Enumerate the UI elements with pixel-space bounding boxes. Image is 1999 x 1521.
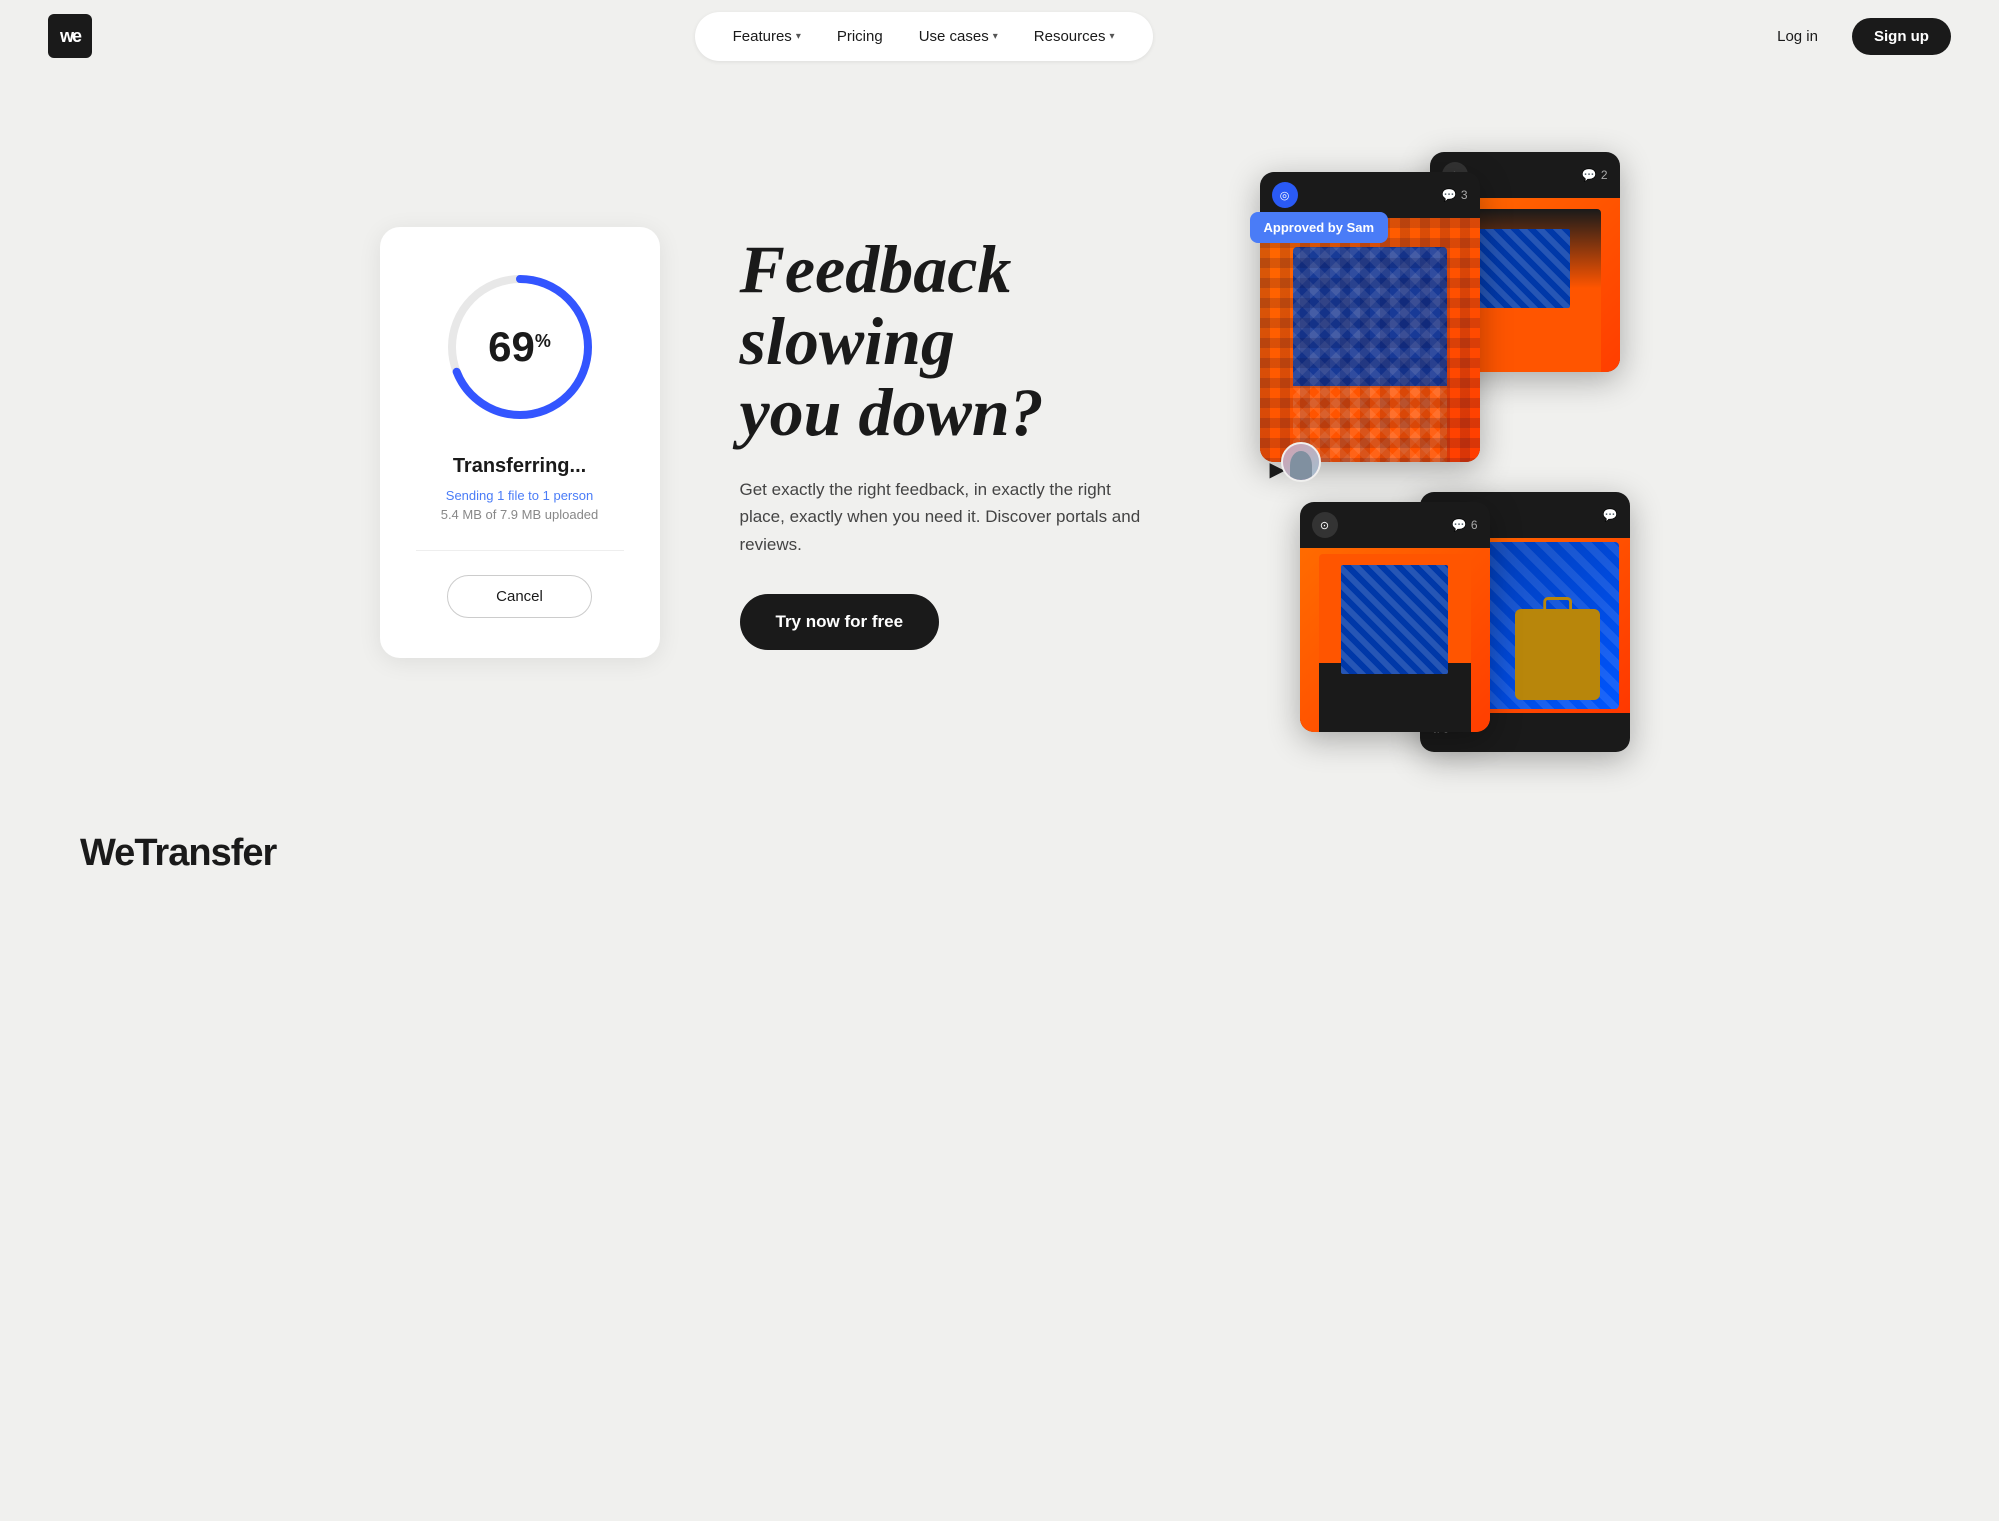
- transfer-card: 69% Transferring... Sending 1 file to 1 …: [380, 227, 660, 658]
- file-card-3: ⊙ 💬 6 .jpg ⋮: [1300, 502, 1490, 732]
- nav-pricing[interactable]: Pricing: [823, 20, 897, 53]
- progress-value: 69%: [488, 323, 551, 371]
- hero-content: Feedback slowing you down? Get exactly t…: [740, 234, 1160, 650]
- comment-icon: 💬: [1452, 518, 1467, 532]
- login-button[interactable]: Log in: [1755, 18, 1840, 55]
- navigation: we Features ▾ Pricing Use cases ▾ Resour…: [0, 0, 1999, 72]
- comment-icon: 💬: [1582, 168, 1597, 182]
- signup-button[interactable]: Sign up: [1852, 18, 1951, 55]
- transfer-title: Transferring...: [453, 455, 586, 478]
- card-image-1: [1260, 218, 1480, 462]
- nav-menu: Features ▾ Pricing Use cases ▾ Resources…: [695, 12, 1153, 61]
- hero-heading: Feedback slowing you down?: [740, 234, 1160, 448]
- comment-count-2: 💬 2: [1582, 168, 1608, 182]
- nav-resources[interactable]: Resources ▾: [1020, 20, 1129, 53]
- brand-name: WeTransfer: [80, 832, 276, 875]
- logo-mark: we: [48, 14, 92, 58]
- file-card-header-3: ⊙ 💬 6: [1300, 502, 1490, 548]
- hero-section: 69% Transferring... Sending 1 file to 1 …: [0, 72, 1999, 792]
- nav-use-cases[interactable]: Use cases ▾: [905, 20, 1012, 53]
- user-cursor: ▶: [1270, 442, 1321, 482]
- hero-description: Get exactly the right feedback, in exact…: [740, 476, 1160, 558]
- comment-count-3: 💬 6: [1452, 518, 1478, 532]
- approved-badge: Approved by Sam: [1250, 212, 1389, 243]
- user-avatar: [1281, 442, 1321, 482]
- chevron-down-icon: ▾: [1109, 31, 1114, 42]
- comment-icon: 💬: [1603, 508, 1618, 522]
- logo-text: we: [60, 26, 80, 47]
- chevron-down-icon: ▾: [993, 31, 998, 42]
- try-now-button[interactable]: Try now for free: [740, 594, 940, 650]
- transfer-subtitle: Sending 1 file to 1 person: [446, 488, 593, 503]
- progress-ring: 69%: [440, 267, 600, 427]
- divider: [416, 550, 624, 551]
- nav-features[interactable]: Features ▾: [719, 20, 815, 53]
- chevron-down-icon: ▾: [796, 31, 801, 42]
- logo[interactable]: we: [48, 14, 92, 58]
- comment-count-4: 💬: [1603, 508, 1618, 522]
- comment-count: 💬 3: [1442, 188, 1468, 202]
- transfer-detail: 5.4 MB of 7.9 MB uploaded: [441, 507, 599, 522]
- card-image-3: [1300, 548, 1490, 732]
- cancel-button[interactable]: Cancel: [447, 575, 592, 618]
- nav-auth: Log in Sign up: [1755, 18, 1951, 55]
- pin-icon: ◎: [1272, 182, 1298, 208]
- check-icon: ⊙: [1312, 512, 1338, 538]
- file-cards-panel: Approved by Sam ◎ 💬 3: [1240, 152, 1620, 732]
- footer-brand: WeTransfer: [0, 792, 1999, 915]
- comment-icon: 💬: [1442, 188, 1457, 202]
